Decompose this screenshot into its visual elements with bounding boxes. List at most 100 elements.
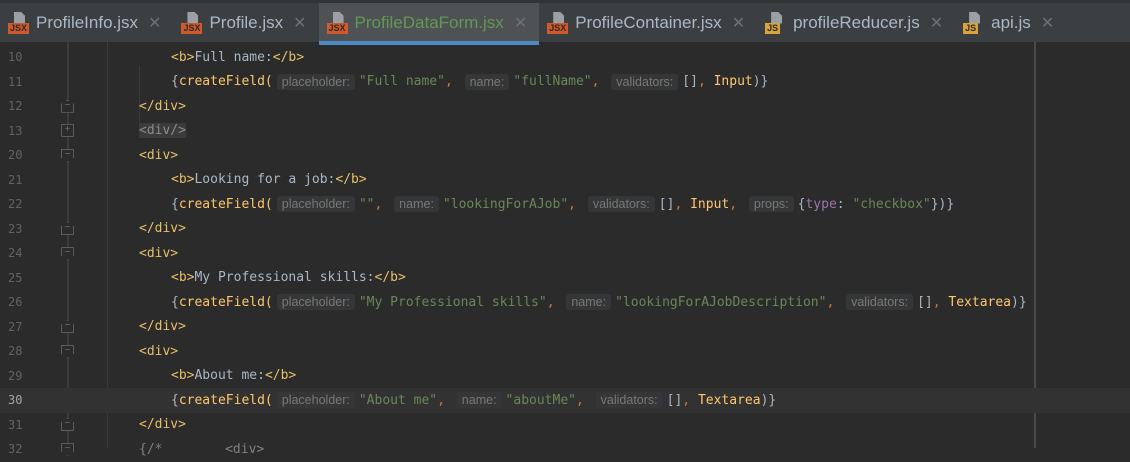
line-number: 20 — [8, 148, 23, 163]
line-number: 27 — [8, 319, 23, 334]
tab-profileinfo-jsx[interactable]: JSX ProfileInfo.jsx ✕ — [0, 3, 173, 42]
code-token: , — [729, 196, 745, 212]
close-icon[interactable]: ✕ — [514, 13, 527, 33]
code-editor[interactable]: 10 <b> Full name: </b> 11{createField(placeh… — [0, 42, 1130, 457]
line-number: 31 — [8, 417, 23, 432]
editor-tab-bar: JSX ProfileInfo.jsx ✕ JSX Profile.jsx ✕ JSX Pro… — [0, 0, 1130, 45]
jsx-file-icon: JSX — [8, 11, 30, 35]
tab-profilereducer-js[interactable]: JS profileReducer.js ✕ — [757, 3, 955, 42]
code-token: [] — [666, 392, 683, 408]
code-token: { — [171, 196, 179, 212]
code-line[interactable]: 12 − </div> — [0, 94, 1130, 119]
line-number: 28 — [8, 344, 23, 359]
line-number: 12 — [8, 99, 23, 114]
fold-collapse-icon[interactable]: − — [61, 418, 74, 432]
close-icon[interactable]: ✕ — [732, 13, 745, 33]
code-token: , — [568, 196, 584, 212]
code-text: {createField(placeholder: "Full name", na… — [171, 73, 768, 90]
parameter-hint: placeholder: — [276, 73, 355, 90]
tab-profile-jsx[interactable]: JSX Profile.jsx ✕ — [173, 3, 318, 42]
code-token: , — [576, 392, 592, 408]
code-token: Textarea — [697, 392, 761, 408]
code-line[interactable]: 24 − <div> — [0, 241, 1130, 266]
code-token: "About me" — [358, 392, 438, 408]
code-line[interactable]: 21 <b> Looking for a job: </b> — [0, 168, 1130, 193]
code-token: { — [797, 196, 806, 212]
file-type-label: JSX — [547, 22, 569, 34]
code-token: , — [932, 294, 949, 310]
line-number: 11 — [8, 74, 23, 89]
code-token: <b> — [171, 172, 195, 188]
code-token: [] — [658, 196, 675, 212]
tab-api-js[interactable]: JS api.js ✕ — [955, 3, 1066, 42]
code-token: <div> — [139, 245, 179, 261]
file-type-label: JS — [765, 22, 781, 34]
code-line[interactable]: 31 − </div> — [0, 413, 1130, 438]
code-token: </b> — [264, 368, 297, 384]
tab-label: profileReducer.js — [793, 12, 920, 32]
tab-label: ProfileInfo.jsx — [36, 12, 139, 32]
close-icon[interactable]: ✕ — [930, 13, 943, 33]
code-text: </div> — [139, 319, 186, 334]
tab-label: ProfileDataForm.jsx — [354, 12, 504, 32]
code-line[interactable]: 10 <b> Full name: </b> — [0, 45, 1130, 70]
code-token: { — [171, 294, 179, 310]
fold-collapse-icon[interactable]: − — [61, 222, 74, 236]
code-line[interactable]: 11 {createField(placeholder: "Full name", … — [0, 70, 1130, 95]
fold-collapse-icon[interactable]: − — [61, 99, 74, 113]
tab-label: Profile.jsx — [209, 12, 284, 32]
parameter-hint: props: — [748, 196, 794, 213]
parameter-hint: name: — [464, 73, 510, 90]
code-token: createField( — [178, 196, 273, 212]
fold-collapse-icon[interactable]: − — [61, 344, 74, 358]
tab-label: ProfileContainer.jsx — [575, 12, 722, 32]
parameter-hint: validators: — [846, 294, 914, 311]
line-number: 30 — [8, 393, 23, 408]
close-icon[interactable]: ✕ — [1041, 13, 1054, 33]
code-token: , — [591, 74, 608, 90]
code-token: createField( — [178, 74, 273, 90]
code-token: , — [697, 74, 714, 90]
parameter-hint: name: — [566, 294, 612, 311]
code-line[interactable]: 30 {createField(placeholder: "About me", n… — [0, 388, 1130, 413]
code-line[interactable]: 22{createField(placeholder: "", name: "loo… — [0, 192, 1130, 217]
code-token: "lookingForAJob" — [442, 196, 569, 212]
close-icon[interactable]: ✕ — [148, 13, 161, 33]
code-line[interactable]: 20 − <div> — [0, 143, 1130, 168]
code-line[interactable]: 23 − </div> — [0, 217, 1130, 242]
parameter-hint: placeholder: — [276, 196, 355, 213]
js-file-icon: JS — [963, 11, 985, 35]
code-token: { — [171, 392, 179, 408]
code-token: <b> — [171, 368, 195, 384]
fold-collapse-icon[interactable]: − — [61, 442, 74, 456]
fold-expand-icon[interactable]: + — [61, 124, 74, 138]
file-type-label: JSX — [8, 22, 30, 34]
code-token: <b> — [171, 49, 195, 65]
fold-collapse-icon[interactable]: − — [61, 148, 74, 162]
tab-profilecontainer-jsx[interactable]: JSX ProfileContainer.jsx ✕ — [539, 3, 757, 42]
tab-profiledataform-jsx[interactable]: JSX ProfileDataForm.jsx ✕ — [318, 3, 540, 45]
code-line[interactable]: 27 − </div> — [0, 315, 1130, 340]
code-token: Textarea — [948, 294, 1012, 310]
code-text: <b> Looking for a job: </b> — [171, 172, 367, 187]
fold-collapse-icon[interactable]: − — [61, 246, 74, 260]
code-token: "" — [358, 196, 375, 212]
code-line[interactable]: 26 {createField(placeholder: "My Professio… — [0, 290, 1130, 315]
folded-region-placeholder[interactable]: <div/> — [139, 123, 186, 139]
line-number: 10 — [8, 50, 23, 65]
code-text: </div> — [139, 99, 186, 114]
code-line[interactable]: 32 − {/* <div> — [0, 437, 1130, 462]
code-line[interactable]: 29 <b> About me: </b> — [0, 364, 1130, 389]
code-token: [] — [917, 294, 933, 310]
code-line[interactable]: 13 + <div/> — [0, 119, 1130, 144]
code-text: </div> — [139, 221, 186, 236]
code-line[interactable]: 25 <b> My Professional skills: </b> — [0, 266, 1130, 291]
code-line[interactable]: 28 − <div> — [0, 339, 1130, 364]
close-icon[interactable]: ✕ — [293, 13, 306, 33]
code-text: <b> My Professional skills: </b> — [171, 270, 406, 285]
line-number: 23 — [8, 221, 23, 236]
fold-collapse-icon[interactable]: − — [61, 320, 74, 334]
code-token: "lookingForAJobDescription" — [615, 294, 827, 310]
code-token: About me: — [194, 368, 265, 384]
code-token: Full name: — [194, 49, 273, 65]
